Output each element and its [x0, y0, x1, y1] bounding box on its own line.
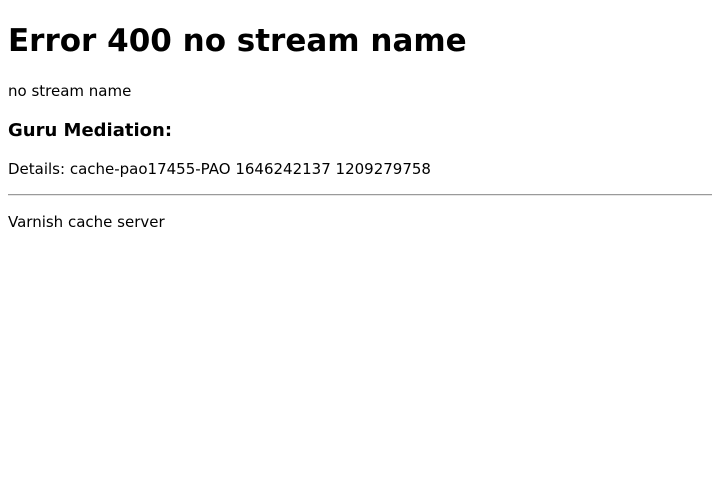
guru-mediation-heading: Guru Mediation:: [8, 120, 173, 141]
error-message: no stream name: [8, 82, 132, 100]
error-page: Error 400 no stream name no stream name …: [0, 0, 720, 480]
error-heading: Error 400 no stream name: [8, 23, 467, 59]
guru-mediation-details: Details: cache-pao17455-PAO 1646242137 1…: [8, 160, 431, 178]
server-signature: Varnish cache server: [8, 213, 165, 231]
